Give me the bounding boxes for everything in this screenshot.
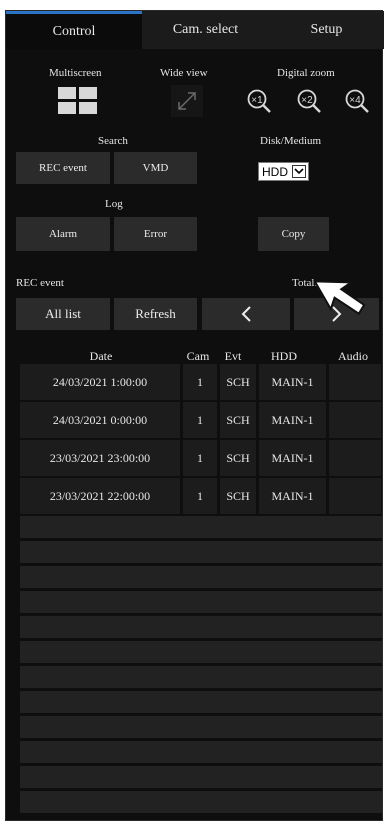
copy-button[interactable]: Copy [258,217,329,251]
empty-row [20,666,382,688]
empty-row [20,791,382,813]
chevron-down-icon [292,165,306,178]
rec-event-label: REC event [16,277,64,289]
tab-control[interactable]: Control [6,11,142,49]
tab-setup[interactable]: Setup [269,11,384,49]
zoom-x4-icon[interactable]: ×4 [344,88,370,114]
wide-view-label: Wide view [160,67,208,79]
tab-bar: Control Cam. select Setup [6,11,384,49]
cell-hdd: MAIN-1 [259,478,326,514]
empty-row [20,516,382,538]
empty-row [20,766,382,788]
cell-cam: 1 [183,402,217,438]
multiscreen-grid-icon[interactable] [58,87,98,117]
zoom-x1-icon[interactable]: ×1 [246,88,272,114]
prev-page-button[interactable] [202,298,290,330]
col-hdd: HDD [271,349,297,363]
col-cam: Cam [186,349,210,363]
log-label: Log [105,198,123,210]
empty-row [20,716,382,738]
disk-medium-value: HDD [262,164,288,179]
cell-cam: 1 [183,478,217,514]
search-vmd-button[interactable]: VMD [114,152,197,184]
cell-audio [329,364,381,400]
empty-row [20,591,382,613]
cell-hdd: MAIN-1 [259,364,326,400]
log-alarm-button[interactable]: Alarm [16,217,110,251]
col-audio: Audio [338,349,368,363]
mouse-pointer-icon [313,280,366,316]
control-panel: Control Cam. select Setup Multiscreen Wi… [5,10,384,821]
all-list-button[interactable]: All list [16,298,110,330]
disk-medium-select[interactable]: HDD [258,162,309,181]
empty-row [20,691,382,713]
cell-evt: SCH [220,478,256,514]
col-date: Date [89,349,113,363]
cell-audio [329,478,381,514]
svg-text:×2: ×2 [301,95,313,106]
cell-evt: SCH [220,402,256,438]
cell-hdd: MAIN-1 [259,440,326,476]
cell-cam: 1 [183,440,217,476]
tab-cam-select[interactable]: Cam. select [142,11,269,49]
cell-date: 24/03/2021 0:00:00 [20,402,180,438]
search-label: Search [98,135,128,147]
cell-hdd: MAIN-1 [259,402,326,438]
multiscreen-label: Multiscreen [49,67,102,79]
svg-text:×1: ×1 [251,95,263,106]
empty-row [20,541,382,563]
cell-date: 23/03/2021 22:00:00 [20,478,180,514]
cell-cam: 1 [183,364,217,400]
refresh-button[interactable]: Refresh [114,298,197,330]
cell-date: 24/03/2021 1:00:00 [20,364,180,400]
cell-audio [329,402,381,438]
log-error-button[interactable]: Error [114,217,197,251]
wide-view-expand-icon[interactable] [171,85,203,117]
empty-row [20,641,382,663]
cell-audio [329,440,381,476]
cell-date: 23/03/2021 23:00:00 [20,440,180,476]
empty-row [20,741,382,763]
svg-text:×4: ×4 [349,95,361,106]
empty-row [20,616,382,638]
col-evt: Evt [224,349,242,363]
disk-medium-label: Disk/Medium [260,135,322,147]
search-rec-event-button[interactable]: REC event [16,152,110,184]
zoom-x2-icon[interactable]: ×2 [296,88,322,114]
cell-evt: SCH [220,440,256,476]
chevron-left-icon [241,306,251,322]
digital-zoom-label: Digital zoom [277,67,335,79]
cell-evt: SCH [220,364,256,400]
empty-row [20,566,382,588]
